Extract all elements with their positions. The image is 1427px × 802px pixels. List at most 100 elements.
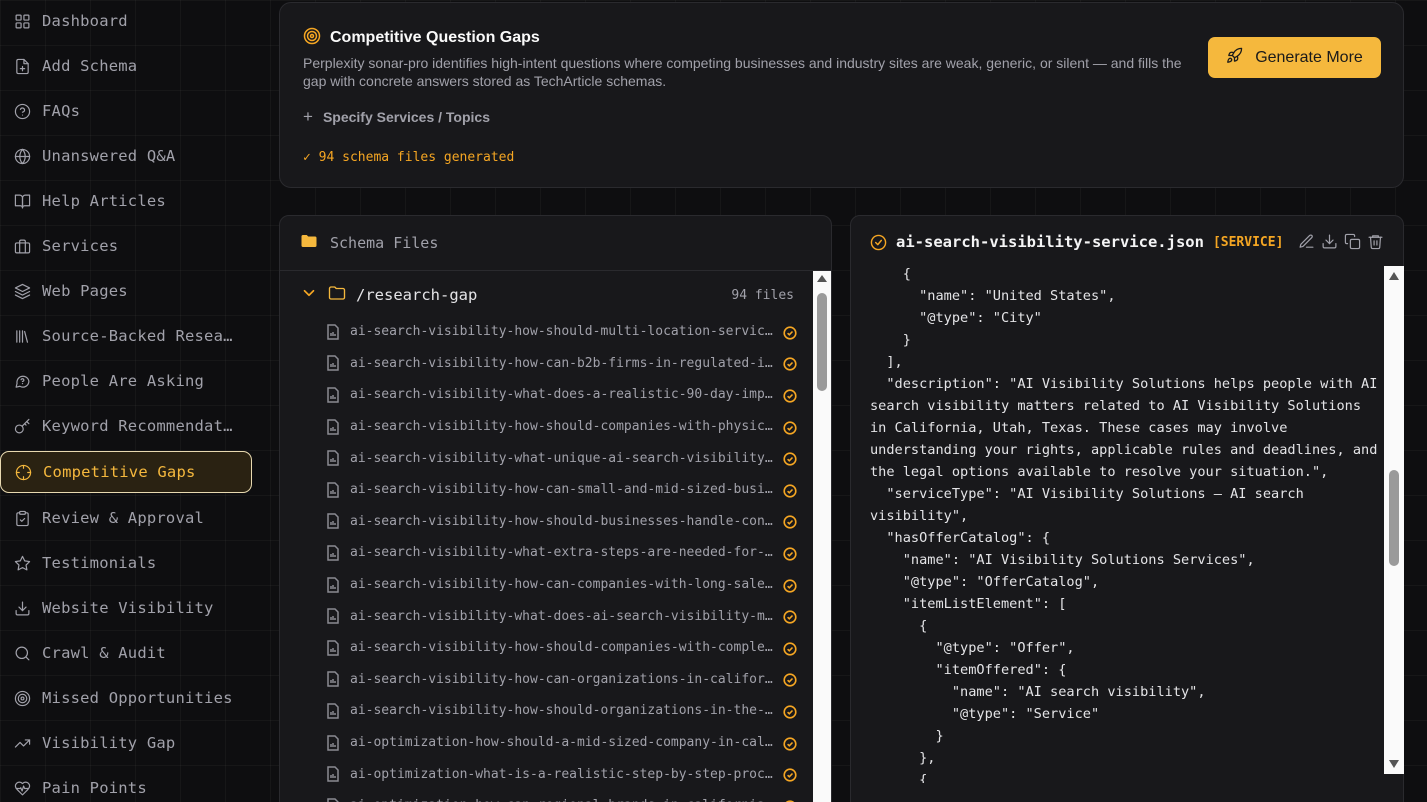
- clipboard-check-icon: [12, 508, 32, 528]
- file-row[interactable]: ai-optimization-how-can-regional-brands-…: [326, 790, 801, 802]
- edit-icon[interactable]: [1298, 233, 1316, 251]
- scroll-thumb[interactable]: [817, 293, 827, 391]
- download-icon[interactable]: [1321, 233, 1339, 251]
- file-name: ai-search-visibility-what-extra-steps-ar…: [350, 545, 773, 561]
- sidebar-item-source-backed-resea[interactable]: Source-Backed Resea…: [0, 315, 252, 357]
- target-icon: [303, 27, 321, 49]
- book-open-icon: [12, 191, 32, 211]
- file-row[interactable]: ai-search-visibility-what-does-ai-search…: [326, 600, 801, 632]
- sidebar-item-competitive-gaps[interactable]: Competitive Gaps: [0, 451, 252, 493]
- sidebar-item-label: Review & Approval: [42, 509, 205, 527]
- file-icon: [326, 355, 340, 372]
- card-header: Competitive Question Gaps: [303, 27, 540, 49]
- sidebar-item-label: Website Visibility: [42, 599, 214, 617]
- file-row[interactable]: ai-search-visibility-what-extra-steps-ar…: [326, 537, 801, 569]
- file-row[interactable]: ai-search-visibility-how-should-companie…: [326, 411, 801, 443]
- sidebar-item-help-articles[interactable]: Help Articles: [0, 180, 252, 222]
- copy-icon[interactable]: [1344, 233, 1362, 251]
- scroll-down-arrow[interactable]: [1389, 760, 1399, 768]
- sidebar-item-testimonials[interactable]: Testimonials: [0, 542, 252, 584]
- star-icon: [12, 553, 32, 573]
- json-actions: [1298, 233, 1385, 251]
- generation-status: ✓ 94 schema files generated: [303, 150, 515, 165]
- specify-services-toggle[interactable]: + Specify Services / Topics: [303, 107, 490, 127]
- file-row[interactable]: ai-search-visibility-how-should-organiza…: [326, 695, 801, 727]
- file-icon: [326, 450, 340, 466]
- help-circle-icon: [12, 101, 32, 121]
- scroll-up-arrow[interactable]: [817, 275, 827, 282]
- file-name: ai-search-visibility-what-unique-ai-sear…: [350, 450, 773, 466]
- file-row[interactable]: ai-search-visibility-how-can-b2b-firms-i…: [326, 348, 801, 380]
- check-circle-icon: [783, 767, 797, 782]
- folder-outline-icon: [328, 284, 346, 306]
- generate-more-button[interactable]: Generate More: [1208, 37, 1381, 78]
- sidebar-item-services[interactable]: Services: [0, 225, 252, 267]
- grid-icon: [12, 11, 32, 31]
- file-row[interactable]: ai-search-visibility-how-can-organizatio…: [326, 664, 801, 696]
- download-icon: [12, 598, 32, 618]
- sidebar-item-people-are-asking[interactable]: People Are Asking: [0, 360, 252, 402]
- file-row[interactable]: ai-optimization-what-is-a-realistic-step…: [326, 758, 801, 790]
- sidebar-item-web-pages[interactable]: Web Pages: [0, 270, 252, 312]
- scroll-thumb[interactable]: [1389, 470, 1399, 566]
- file-name: ai-search-visibility-how-should-companie…: [350, 640, 773, 656]
- check-circle-icon: [783, 514, 797, 529]
- sidebar-item-add-schema[interactable]: Add Schema: [0, 45, 252, 87]
- sidebar-item-website-visibility[interactable]: Website Visibility: [0, 587, 252, 629]
- globe-icon: [12, 146, 32, 166]
- search-icon: [12, 643, 32, 663]
- file-list-scrollbar[interactable]: [813, 271, 831, 802]
- file-row[interactable]: ai-search-visibility-what-does-a-realist…: [326, 379, 801, 411]
- file-row[interactable]: ai-optimization-how-should-a-mid-sized-c…: [326, 727, 801, 759]
- file-row[interactable]: ai-search-visibility-how-should-business…: [326, 506, 801, 538]
- sidebar-item-faqs[interactable]: FAQs: [0, 90, 252, 132]
- trash-icon[interactable]: [1367, 233, 1385, 251]
- scroll-up-arrow[interactable]: [1389, 272, 1399, 280]
- file-row[interactable]: ai-search-visibility-how-should-companie…: [326, 632, 801, 664]
- sidebar-item-pain-points[interactable]: Pain Points: [0, 767, 252, 802]
- sidebar-item-unanswered-q-a[interactable]: Unanswered Q&A: [0, 135, 252, 177]
- folder-research-gap[interactable]: /research-gap 94 files: [300, 284, 800, 306]
- file-row[interactable]: ai-search-visibility-how-can-small-and-m…: [326, 474, 801, 506]
- check-circle-icon: [783, 356, 797, 371]
- folder-file-count: 94 files: [731, 287, 794, 303]
- sidebar-item-label: Pain Points: [42, 779, 147, 797]
- file-icon: [326, 324, 340, 340]
- schema-files-panel: Schema Files /research-gap 94 files ai-s…: [279, 215, 832, 802]
- file-name: ai-search-visibility-how-should-business…: [350, 513, 773, 529]
- file-row[interactable]: ai-search-visibility-what-unique-ai-sear…: [326, 442, 801, 474]
- file-icon: [326, 766, 340, 782]
- json-code: { "name": "United States", "@type": "Cit…: [870, 266, 1378, 783]
- check-circle-icon: [783, 546, 797, 561]
- card-description: Perplexity sonar-pro identifies high-int…: [303, 55, 1182, 89]
- rocket-icon: [1226, 47, 1243, 69]
- file-row[interactable]: ai-search-visibility-how-should-multi-lo…: [326, 316, 801, 348]
- json-scrollbar[interactable]: [1384, 266, 1404, 774]
- check-circle-icon: [783, 420, 797, 435]
- file-row[interactable]: ai-search-visibility-how-can-companies-w…: [326, 569, 801, 601]
- file-name: ai-search-visibility-how-can-organizatio…: [350, 671, 773, 687]
- sidebar-item-label: Missed Opportunities: [42, 689, 233, 707]
- sidebar-item-visibility-gap[interactable]: Visibility Gap: [0, 722, 252, 764]
- sidebar-item-missed-opportunities[interactable]: Missed Opportunities: [0, 677, 252, 719]
- sidebar-item-review-approval[interactable]: Review & Approval: [0, 497, 252, 539]
- check-circle-icon: [783, 672, 797, 687]
- sidebar-item-dashboard[interactable]: Dashboard: [0, 0, 252, 42]
- json-viewer-header: ai-search-visibility-service.json [SERVI…: [851, 216, 1403, 268]
- check-circle-icon: [783, 451, 797, 466]
- file-name: ai-search-visibility-what-does-a-realist…: [350, 387, 773, 403]
- heart-pulse-icon: [12, 778, 32, 798]
- file-icon: [326, 703, 340, 719]
- sidebar-item-label: Testimonials: [42, 554, 157, 572]
- sidebar-item-keyword-recommendat[interactable]: Keyword Recommendat…: [0, 405, 252, 447]
- file-icon: [326, 671, 340, 688]
- check-circle-icon: [783, 704, 797, 719]
- sidebar-item-label: Keyword Recommendat…: [42, 417, 233, 435]
- sidebar-item-label: Services: [42, 237, 119, 255]
- chevron-down-icon: [300, 284, 318, 306]
- sidebar-item-crawl-audit[interactable]: Crawl & Audit: [0, 632, 252, 674]
- file-plus-icon: [12, 56, 32, 76]
- schema-files-header: Schema Files: [280, 216, 831, 271]
- file-icon: [326, 576, 340, 593]
- sidebar-item-label: Dashboard: [42, 12, 128, 30]
